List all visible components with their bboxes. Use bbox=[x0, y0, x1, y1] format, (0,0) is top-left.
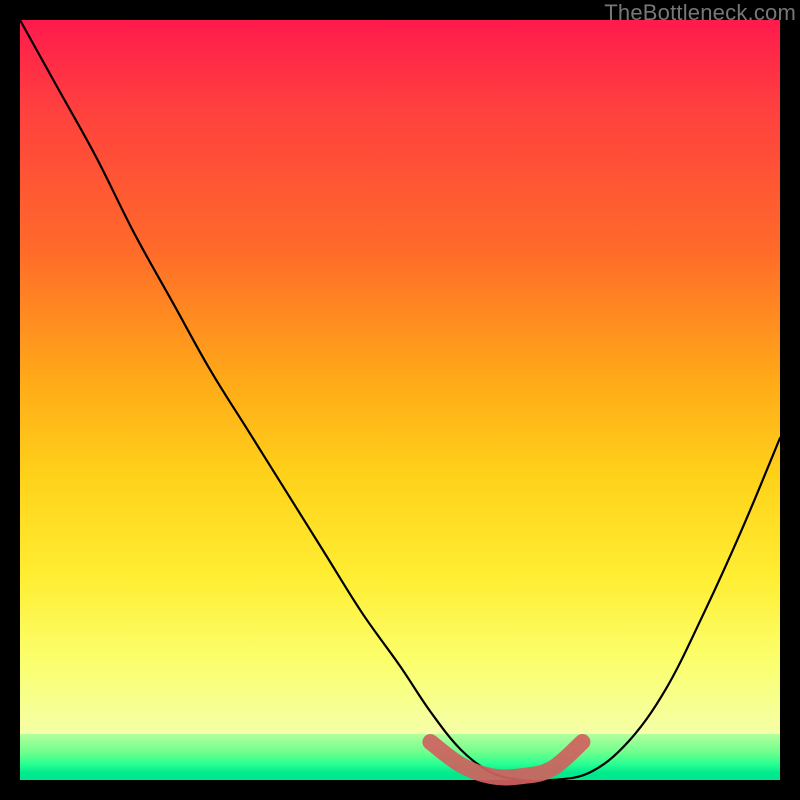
chart-stage: TheBottleneck.com bbox=[0, 0, 800, 800]
chart-frame bbox=[20, 20, 780, 780]
bottleneck-curve bbox=[20, 20, 780, 781]
sweet-spot-band bbox=[430, 742, 582, 778]
curve-layer bbox=[20, 20, 780, 780]
